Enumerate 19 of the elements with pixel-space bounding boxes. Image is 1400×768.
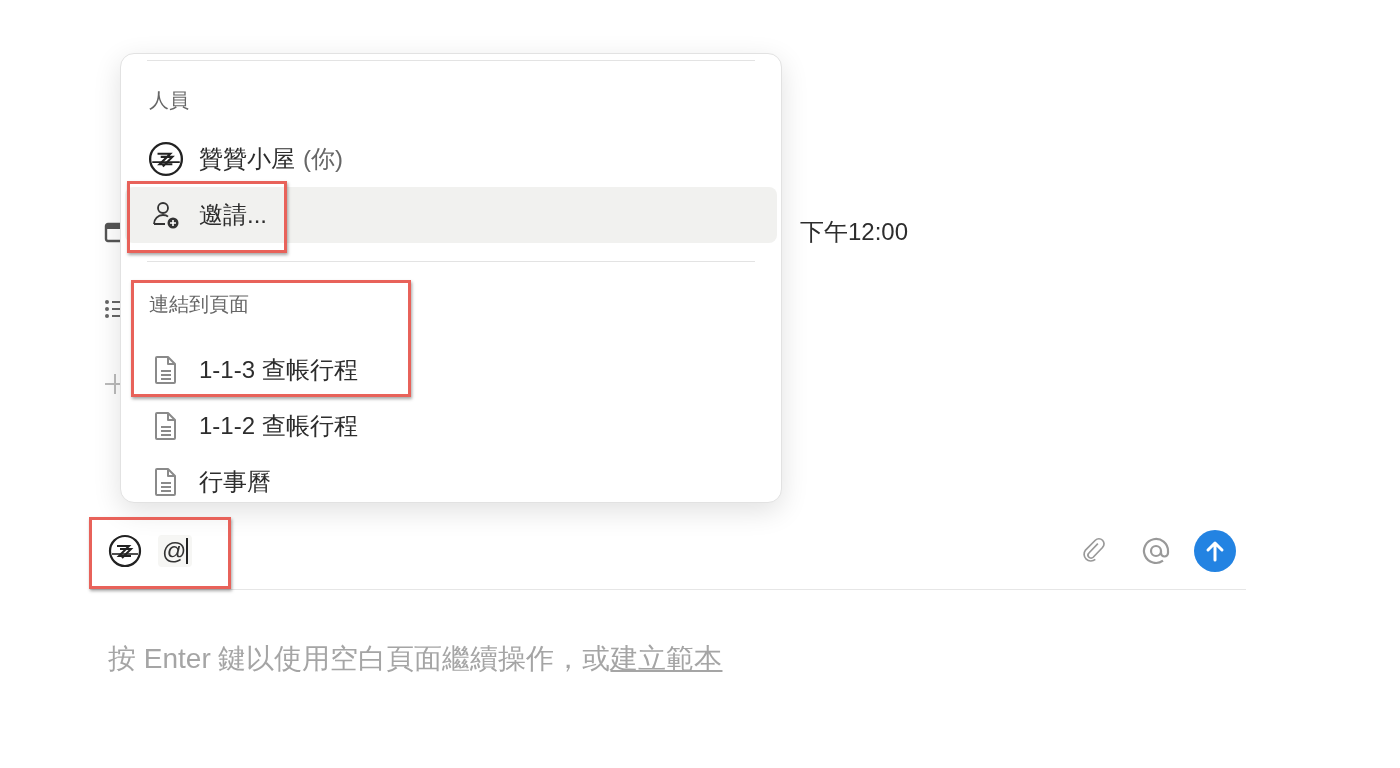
- section-header: 人員: [149, 88, 189, 113]
- menu-item[interactable]: 贊贊小屋 (你): [125, 131, 777, 187]
- add-person-icon: [151, 200, 181, 230]
- document-icon: [153, 355, 179, 385]
- menu-item[interactable]: 邀請...: [125, 187, 777, 243]
- avatar-icon: [148, 141, 184, 177]
- date-value: 下午12:00: [800, 217, 909, 247]
- menu-item[interactable]: 行事曆: [125, 454, 777, 502]
- menu-item[interactable]: 1-1-3 查帳行程: [125, 342, 777, 398]
- avatar-icon: [108, 533, 142, 568]
- you-label: (你): [303, 144, 343, 174]
- send-button[interactable]: [1194, 529, 1236, 572]
- hint-text: 按 Enter 鍵以使用空白頁面繼續操作，或建立範本: [107, 642, 724, 676]
- arrow-up-icon: [1205, 539, 1225, 562]
- document-icon: [153, 467, 179, 497]
- document-icon: [153, 411, 179, 441]
- menu-item[interactable]: 1-1-2 查帳行程: [125, 398, 777, 454]
- section-header: 連結到頁面: [149, 292, 249, 317]
- comment-input[interactable]: @: [158, 534, 192, 567]
